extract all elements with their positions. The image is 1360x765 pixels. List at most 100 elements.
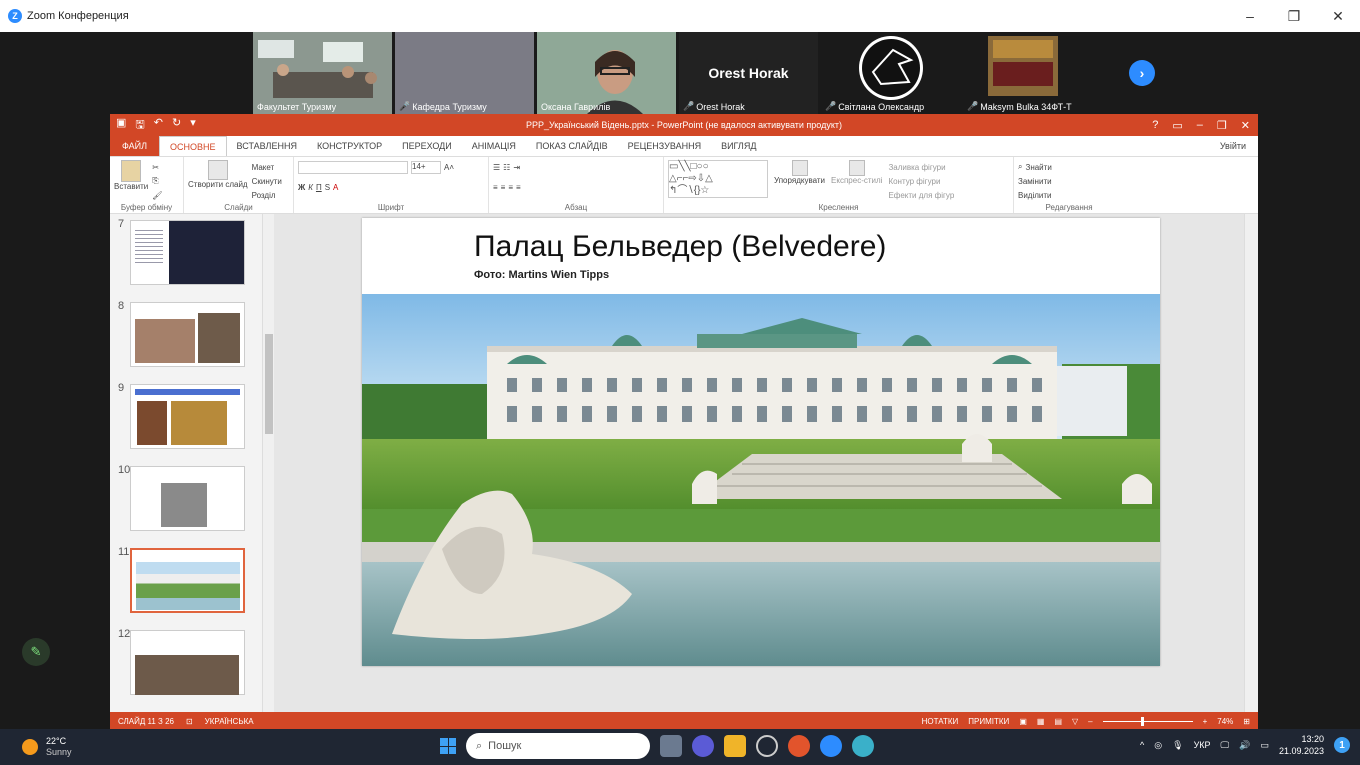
- zoom-slider[interactable]: [1102, 716, 1193, 726]
- slide-scrollbar[interactable]: [1244, 214, 1258, 712]
- clock[interactable]: 13:20 21.09.2023: [1279, 733, 1324, 757]
- tab-animations[interactable]: АНІМАЦІЯ: [462, 141, 526, 151]
- slide-thumbnail[interactable]: [130, 220, 245, 285]
- strike-button[interactable]: S: [325, 183, 330, 192]
- close-button[interactable]: ✕: [1316, 0, 1360, 32]
- sign-in-link[interactable]: Увійти: [1210, 141, 1256, 151]
- shape-fill-button[interactable]: Заливка фігури: [888, 160, 954, 174]
- network-icon[interactable]: 🖵: [1221, 740, 1230, 751]
- zoom-in-button[interactable]: +: [1203, 717, 1208, 726]
- volume-icon[interactable]: 🔊: [1239, 740, 1250, 751]
- participant-tile[interactable]: 🎤 Світлана Олександр: [821, 32, 960, 114]
- shape-outline-button[interactable]: Контур фігури: [888, 174, 954, 188]
- tab-view[interactable]: ВИГЛЯД: [711, 141, 766, 151]
- reading-view-icon[interactable]: ▤: [1054, 717, 1062, 726]
- align-right-button[interactable]: ≡: [508, 183, 513, 192]
- select-button[interactable]: Виділити: [1018, 188, 1120, 202]
- find-button[interactable]: ⌕ Знайти: [1018, 160, 1120, 174]
- sorter-view-icon[interactable]: ▦: [1037, 717, 1045, 726]
- zoom-app-icon[interactable]: [820, 735, 842, 757]
- weather-widget[interactable]: 22°C Sunny: [22, 736, 72, 758]
- slide-thumbnail[interactable]: [130, 302, 245, 367]
- zoom-level[interactable]: 74%: [1217, 717, 1233, 726]
- quick-styles-button[interactable]: Експрес-стилі: [831, 160, 882, 202]
- start-button[interactable]: [440, 738, 456, 754]
- slide-thumbnail[interactable]: [130, 630, 245, 695]
- chrome-icon[interactable]: [756, 735, 778, 757]
- undo-icon[interactable]: ↶: [154, 116, 163, 135]
- underline-button[interactable]: П: [316, 183, 322, 192]
- font-name-field[interactable]: [298, 160, 408, 174]
- next-participants-button[interactable]: ›: [1129, 60, 1155, 86]
- input-language[interactable]: УКР: [1194, 740, 1211, 750]
- slide-title[interactable]: Палац Бельведер (Belvedere): [474, 230, 886, 264]
- bold-button[interactable]: Ж: [298, 183, 305, 192]
- battery-icon[interactable]: ▭: [1260, 740, 1269, 751]
- shapes-gallery[interactable]: ▭╲╲□○○ △⌐⌐⇨⇩△ ↰⌒∖{}☆: [668, 160, 768, 198]
- app-icon[interactable]: [852, 735, 874, 757]
- ppt-restore-button[interactable]: ❐: [1217, 119, 1227, 132]
- font-size-field[interactable]: 14+: [411, 160, 441, 174]
- tab-file[interactable]: ФАЙЛ: [110, 136, 160, 156]
- redo-icon[interactable]: ↻: [172, 116, 181, 135]
- tab-transitions[interactable]: ПЕРЕХОДИ: [392, 141, 462, 151]
- section-button[interactable]: Розділ: [252, 188, 282, 202]
- minimize-button[interactable]: –: [1228, 0, 1272, 32]
- participant-tile[interactable]: Факультет Туризму: [253, 32, 392, 114]
- slide-thumbnail[interactable]: [130, 466, 245, 531]
- thumbnails-scrollbar[interactable]: [262, 214, 274, 712]
- arrange-button[interactable]: Упорядкувати: [774, 160, 825, 202]
- cut-button[interactable]: ✂: [152, 160, 162, 174]
- fit-slide-icon[interactable]: ⊞: [1243, 717, 1250, 726]
- paste-button[interactable]: Вставити: [114, 160, 148, 202]
- align-center-button[interactable]: ≡: [501, 183, 506, 192]
- customize-qat-icon[interactable]: ▾: [190, 116, 196, 135]
- task-view-icon[interactable]: [660, 735, 682, 757]
- ppt-minimize-button[interactable]: –: [1197, 119, 1203, 132]
- save-icon[interactable]: 🖫: [135, 116, 144, 135]
- zoom-out-button[interactable]: –: [1088, 717, 1092, 726]
- chat-icon[interactable]: [692, 735, 714, 757]
- notes-button[interactable]: НОТАТКИ: [922, 717, 959, 726]
- participant-tile[interactable]: 🎤 Maksym Bulka 34ФТ-Т: [963, 32, 1102, 114]
- taskbar-search[interactable]: ⌕ Пошук: [466, 733, 650, 759]
- normal-view-icon[interactable]: ▣: [1019, 717, 1027, 726]
- replace-button[interactable]: Замінити: [1018, 174, 1120, 188]
- participant-tile[interactable]: 🎤 Кафедра Туризму: [395, 32, 534, 114]
- shape-effects-button[interactable]: Ефекти для фігур: [888, 188, 954, 202]
- participant-tile[interactable]: Orest Horak 🎤 Orest Horak: [679, 32, 818, 114]
- copy-button[interactable]: ⎘: [152, 174, 162, 188]
- annotate-pen-button[interactable]: ✎: [22, 638, 50, 666]
- reset-button[interactable]: Скинути: [252, 174, 282, 188]
- slide-thumbnail[interactable]: [130, 384, 245, 449]
- format-painter-button[interactable]: 🖌: [152, 188, 162, 202]
- restore-button[interactable]: ❐: [1272, 0, 1316, 32]
- layout-button[interactable]: Макет: [252, 160, 282, 174]
- participant-tile[interactable]: Оксана Гаврилів: [537, 32, 676, 114]
- justify-button[interactable]: ≡: [516, 183, 521, 192]
- slide-caption[interactable]: Фото: Martins Wien Tipps: [474, 269, 609, 281]
- tray-app-icon[interactable]: ◎: [1154, 740, 1162, 751]
- align-left-button[interactable]: ≡: [493, 183, 498, 192]
- new-slide-button[interactable]: Створити слайд: [188, 160, 248, 202]
- font-color-button[interactable]: A: [333, 183, 338, 192]
- help-icon[interactable]: ?: [1152, 119, 1158, 132]
- belvedere-photo[interactable]: [362, 294, 1160, 666]
- numbering-button[interactable]: ☷: [503, 163, 510, 172]
- slideshow-view-icon[interactable]: ▽: [1072, 717, 1078, 726]
- tab-home[interactable]: ОСНОВНЕ: [159, 136, 227, 156]
- ppt-close-button[interactable]: ✕: [1241, 119, 1250, 132]
- ribbon-options-icon[interactable]: ▭: [1172, 119, 1182, 132]
- tab-review[interactable]: РЕЦЕНЗУВАННЯ: [618, 141, 711, 151]
- slide-thumbnail-selected[interactable]: [130, 548, 245, 613]
- grow-font-icon[interactable]: A˄: [444, 163, 454, 172]
- language-indicator[interactable]: УКРАЇНСЬКА: [205, 717, 254, 726]
- tab-design[interactable]: КОНСТРУКТОР: [307, 141, 392, 151]
- file-explorer-icon[interactable]: [724, 735, 746, 757]
- show-hidden-icons[interactable]: ^: [1140, 740, 1144, 750]
- notifications-icon[interactable]: 1: [1334, 737, 1350, 753]
- spellcheck-icon[interactable]: ⊡: [186, 717, 193, 726]
- bullets-button[interactable]: ☰: [493, 163, 500, 172]
- slide-canvas[interactable]: Палац Бельведер (Belvedere) Фото: Martin…: [362, 218, 1160, 666]
- comments-button[interactable]: ПРИМІТКИ: [968, 717, 1009, 726]
